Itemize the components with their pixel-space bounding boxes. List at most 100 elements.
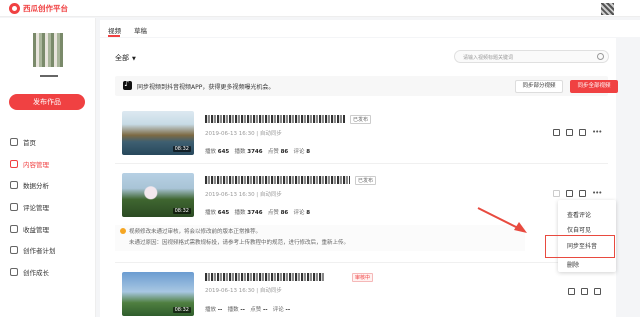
share-icon[interactable]: [566, 129, 573, 136]
video-thumbnail[interactable]: 08:32: [122, 173, 194, 217]
stat-label: 播数: [227, 307, 239, 313]
stat-comments: 8: [306, 210, 311, 216]
video-thumbnail[interactable]: 08:32: [122, 272, 194, 316]
tab-videos[interactable]: 视频: [108, 25, 121, 35]
stat-likes: 86: [280, 149, 289, 155]
edit-icon[interactable]: [553, 190, 560, 197]
publish-button[interactable]: 发布作品: [9, 94, 85, 110]
share-icon[interactable]: [566, 190, 573, 197]
sidebar-item-home[interactable]: 首页: [0, 131, 96, 153]
menu-item-delete[interactable]: 删除: [567, 260, 579, 269]
delete-icon[interactable]: [594, 288, 601, 295]
sidebar-item-growth[interactable]: 创作成长: [0, 261, 96, 283]
menu-item-private[interactable]: 仅自可见: [567, 225, 591, 234]
app-name: 西瓜创作平台: [23, 4, 68, 13]
video-duration: 08:32: [172, 208, 191, 214]
sidebar-item-label: 内容管理: [23, 160, 49, 169]
video-actions: [568, 288, 601, 295]
video-actions: •••: [553, 190, 602, 197]
comment-icon: [10, 202, 18, 211]
edit-icon[interactable]: [568, 288, 575, 295]
stat-plays: 645: [217, 149, 230, 155]
wallet-icon: [10, 224, 18, 233]
more-icon[interactable]: •••: [592, 129, 602, 136]
sidebar: 发布作品 首页 内容管理 数据分析 评论管理 收益管理 创作者计划 创作成长: [0, 18, 96, 317]
stat-label: 播放: [205, 149, 217, 155]
content-tabs: 视频 草稿: [100, 20, 640, 37]
warning-icon: [120, 228, 126, 234]
sidebar-item-creator-plan[interactable]: 创作者计划: [0, 239, 96, 261]
edit-icon[interactable]: [553, 129, 560, 136]
share-icon[interactable]: [581, 288, 588, 295]
video-duration: 08:32: [172, 307, 191, 313]
video-date: 2019-06-13 16:30: [205, 192, 255, 198]
review-notice: 视频修改未通过审核，将会以修改前的版本正常推荐。 未通过原因：因视频格式需教规标…: [115, 225, 525, 251]
video-title[interactable]: [205, 176, 350, 184]
stat-label: 评论: [293, 210, 305, 216]
video-date: 2019-06-13 16:30: [205, 288, 255, 294]
stat-impressions: 3746: [247, 210, 263, 216]
stat-label: 点赞: [267, 149, 279, 155]
comment-icon[interactable]: [579, 190, 586, 197]
comment-icon[interactable]: [579, 129, 586, 136]
status-badge: 已发布: [355, 176, 377, 185]
video-thumbnail[interactable]: 08:32: [122, 111, 194, 155]
stat-comments: --: [285, 307, 291, 313]
stat-likes: --: [262, 307, 268, 313]
tab-drafts[interactable]: 草稿: [134, 25, 147, 35]
sidebar-item-analytics[interactable]: 数据分析: [0, 174, 96, 196]
top-bar: 西瓜创作平台: [0, 0, 640, 17]
plan-icon: [10, 246, 18, 255]
user-avatar[interactable]: [601, 3, 614, 15]
stat-comments: 8: [306, 149, 311, 155]
search-input[interactable]: 请输入视频标题关键词: [454, 50, 609, 63]
notice-text: 视频修改未通过审核，将会以修改前的版本正常推荐。: [129, 229, 262, 235]
video-stats: 播放 645 播数 3746 点赞 86 评论 8: [205, 208, 310, 216]
status-badge: 审核中: [352, 273, 374, 282]
stat-plays: 645: [217, 210, 230, 216]
search-icon[interactable]: [597, 53, 604, 60]
sidebar-item-comments[interactable]: 评论管理: [0, 196, 96, 218]
video-source: 自动同步: [259, 131, 282, 137]
stat-likes: 86: [280, 210, 289, 216]
sync-partial-button[interactable]: 同步部分视频: [515, 80, 563, 93]
status-badge: 已发布: [350, 115, 372, 124]
sidebar-item-label: 创作成长: [23, 268, 49, 277]
filter-label: 全部: [115, 54, 129, 62]
sidebar-item-revenue[interactable]: 收益管理: [0, 218, 96, 240]
sync-banner-text: 同步视频到抖音视频APP，获得更多视频曝光机会。: [137, 84, 275, 91]
stat-label: 点赞: [250, 307, 262, 313]
sync-all-button[interactable]: 同步全部视频: [570, 80, 618, 93]
stat-plays: --: [217, 307, 223, 313]
sidebar-item-label: 收益管理: [23, 225, 49, 234]
home-icon: [10, 137, 18, 146]
filter-dropdown[interactable]: 全部 ▼: [115, 53, 136, 63]
video-meta: 2019-06-13 16:30 | 自动同步: [205, 131, 282, 137]
stat-label: 评论: [272, 307, 284, 313]
watermelon-logo-icon: [9, 3, 20, 14]
app-logo[interactable]: 西瓜创作平台: [9, 3, 68, 14]
stat-label: 播数: [234, 149, 246, 155]
video-meta: 2019-06-13 16:30 | 自动同步: [205, 288, 282, 294]
stat-label: 播放: [205, 210, 217, 216]
video-list-panel: 全部▼ 请输入视频标题关键词 同步视频到抖音视频APP，获得更多视频曝光机会。 …: [100, 38, 618, 317]
video-stats: 播放 -- 播数 -- 点赞 -- 评论 --: [205, 305, 290, 313]
growth-icon: [10, 267, 18, 276]
menu-item-view-comments[interactable]: 查看评论: [567, 210, 591, 219]
sidebar-item-label: 评论管理: [23, 203, 49, 212]
sidebar-item-label: 首页: [23, 138, 36, 147]
profile-avatar[interactable]: [33, 33, 63, 67]
video-title[interactable]: [205, 115, 345, 123]
sidebar-item-content[interactable]: 内容管理: [0, 153, 96, 175]
douyin-icon: [123, 79, 132, 90]
sidebar-item-label: 数据分析: [23, 182, 49, 191]
active-tab-indicator: [108, 35, 120, 37]
more-icon[interactable]: •••: [592, 190, 602, 197]
video-title[interactable]: [205, 273, 325, 281]
sync-banner: 同步视频到抖音视频APP，获得更多视频曝光机会。 同步部分视频 同步全部视频: [115, 76, 618, 96]
video-duration: 08:32: [172, 146, 191, 152]
stat-impressions: 3746: [247, 149, 263, 155]
video-source: 自动同步: [259, 192, 282, 198]
content-icon: [10, 159, 18, 168]
stat-impressions: --: [240, 307, 245, 313]
